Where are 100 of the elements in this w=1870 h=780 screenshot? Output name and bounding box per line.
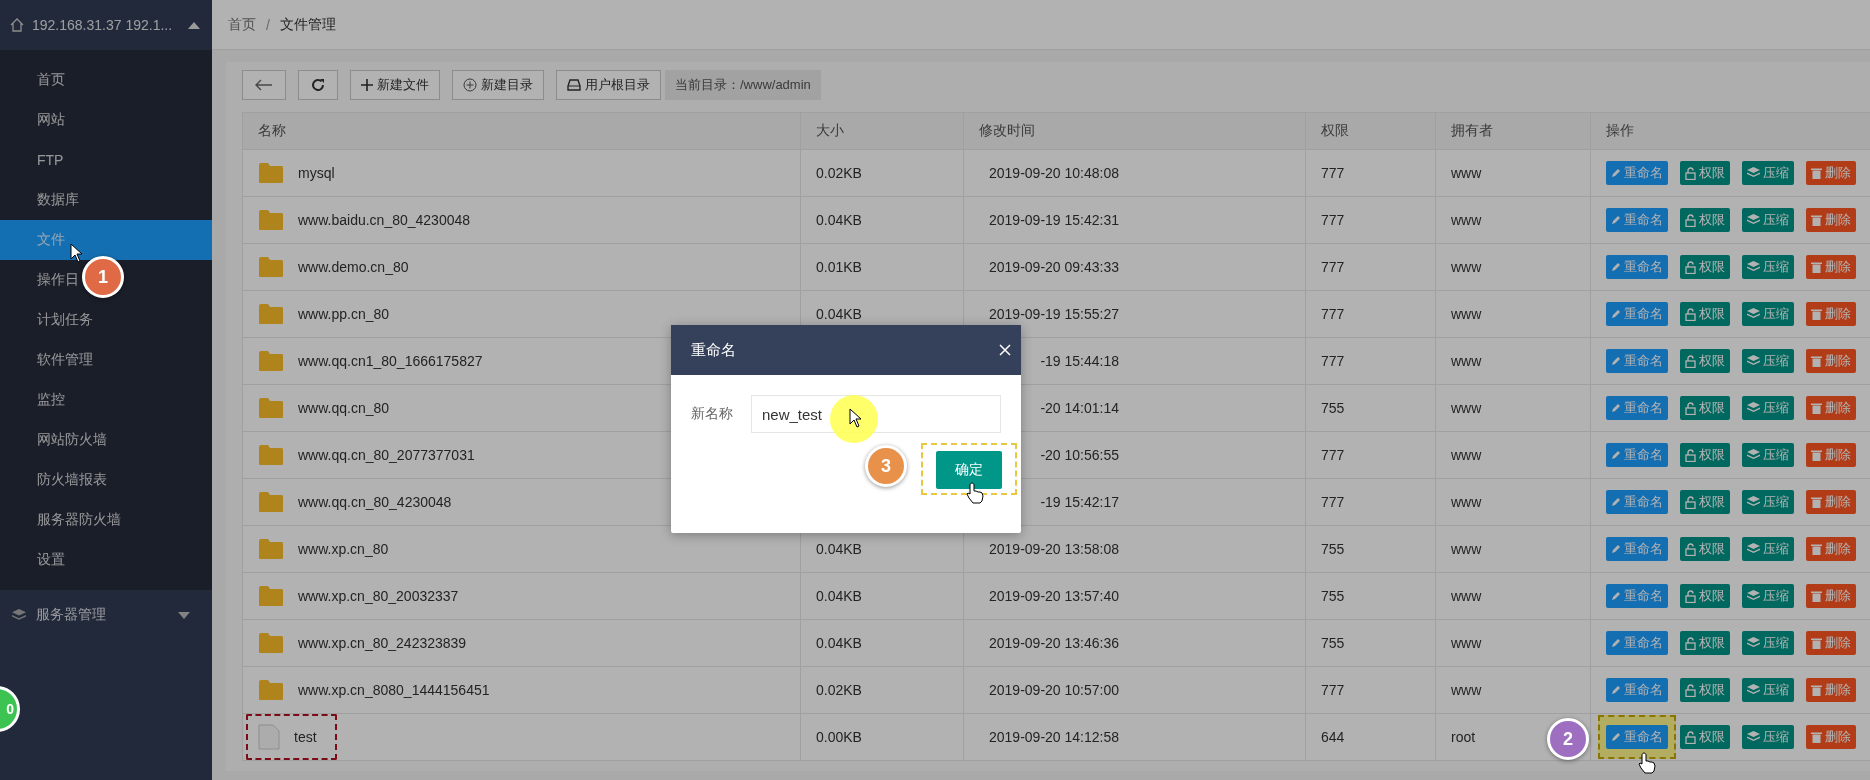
nav-item[interactable]: 监控 — [37, 391, 65, 409]
perm-button[interactable]: 权限 — [1680, 631, 1730, 655]
rename-button[interactable]: 重命名 — [1606, 161, 1668, 185]
nav-item[interactable]: 网站防火墙 — [37, 431, 107, 449]
drive-icon — [567, 79, 581, 91]
nav-item[interactable]: 防火墙报表 — [37, 471, 107, 489]
nav-item[interactable]: 服务器防火墙 — [37, 511, 121, 529]
perm-button[interactable]: 权限 — [1680, 725, 1730, 749]
rename-button[interactable]: 重命名 — [1606, 302, 1668, 326]
delete-button[interactable]: 删除 — [1806, 631, 1856, 655]
file-name[interactable]: www.qq.cn1_80_1666175827 — [298, 353, 483, 369]
perm-button[interactable]: 权限 — [1680, 396, 1730, 420]
folder-icon — [258, 680, 284, 700]
perm-button[interactable]: 权限 — [1680, 678, 1730, 702]
delete-button[interactable]: 删除 — [1806, 584, 1856, 608]
table-cell: 0.04KB — [816, 635, 862, 651]
nav-item[interactable]: 操作日 — [37, 271, 79, 289]
perm-button[interactable]: 权限 — [1680, 161, 1730, 185]
file-name[interactable]: www.baidu.cn_80_4230048 — [298, 212, 471, 228]
trash-icon — [1811, 684, 1822, 696]
file-name[interactable]: www.xp.cn_8080_1444156451 — [298, 682, 490, 698]
file-name[interactable]: www.xp.cn_80 — [298, 541, 389, 557]
zip-button[interactable]: 压缩 — [1742, 161, 1794, 185]
delete-button[interactable]: 删除 — [1806, 396, 1856, 420]
perm-button[interactable]: 权限 — [1680, 490, 1730, 514]
new-dir-button[interactable]: 新建目录 — [452, 70, 544, 100]
breadcrumb-link[interactable]: 首页 — [228, 15, 256, 34]
delete-button[interactable]: 删除 — [1806, 349, 1856, 373]
file-name[interactable]: www.pp.cn_80 — [298, 306, 390, 322]
file-name[interactable]: test — [294, 729, 317, 745]
file-name[interactable]: www.xp.cn_80_242323839 — [298, 635, 467, 651]
close-icon[interactable] — [999, 344, 1011, 356]
nav-item[interactable]: 软件管理 — [37, 351, 93, 369]
file-name[interactable]: mysql — [298, 165, 335, 181]
zip-button[interactable]: 压缩 — [1742, 302, 1794, 326]
file-name[interactable]: www.qq.cn_80 — [298, 400, 390, 416]
perm-button[interactable]: 权限 — [1680, 302, 1730, 326]
zip-button[interactable]: 压缩 — [1742, 255, 1794, 279]
delete-button[interactable]: 删除 — [1806, 725, 1856, 749]
rename-button[interactable]: 重命名 — [1606, 255, 1668, 279]
nav-item[interactable]: 网站 — [37, 111, 65, 129]
lock-icon — [1685, 636, 1696, 650]
delete-button[interactable]: 删除 — [1806, 490, 1856, 514]
rename-button[interactable]: 重命名 — [1606, 490, 1668, 514]
zip-button[interactable]: 压缩 — [1742, 631, 1794, 655]
confirm-button[interactable]: 确定 — [936, 451, 1002, 489]
perm-button[interactable]: 权限 — [1680, 255, 1730, 279]
file-name[interactable]: www.qq.cn_80_4230048 — [298, 494, 452, 510]
nav-item[interactable]: 计划任务 — [37, 311, 93, 329]
perm-button[interactable]: 权限 — [1680, 584, 1730, 608]
rename-button[interactable]: 重命名 — [1606, 208, 1668, 232]
file-name[interactable]: www.demo.cn_80 — [298, 259, 409, 275]
delete-button[interactable]: 删除 — [1806, 302, 1856, 326]
perm-button[interactable]: 权限 — [1680, 443, 1730, 467]
column-header: 修改时间 — [964, 113, 1306, 150]
nav-item[interactable]: 首页 — [37, 71, 65, 89]
nav-group[interactable]: 服务器管理 — [36, 606, 106, 624]
breadcrumb-link[interactable]: 文件管理 — [279, 15, 336, 34]
nav-item[interactable]: 设置 — [37, 551, 65, 569]
zip-button[interactable]: 压缩 — [1742, 537, 1794, 561]
zip-button[interactable]: 压缩 — [1742, 349, 1794, 373]
zip-button[interactable]: 压缩 — [1742, 443, 1794, 467]
delete-button[interactable]: 删除 — [1806, 537, 1856, 561]
refresh-button[interactable] — [298, 70, 338, 100]
delete-button[interactable]: 删除 — [1806, 443, 1856, 467]
rename-button[interactable]: 重命名 — [1606, 631, 1668, 655]
file-name[interactable]: www.qq.cn_80_2077377031 — [298, 447, 475, 463]
nav-item[interactable]: 文件 — [37, 231, 65, 249]
nav-item[interactable]: 数据库 — [37, 191, 79, 209]
rename-button[interactable]: 重命名 — [1606, 584, 1668, 608]
delete-button[interactable]: 删除 — [1806, 161, 1856, 185]
zip-button[interactable]: 压缩 — [1742, 396, 1794, 420]
rename-button[interactable]: 重命名 — [1606, 349, 1668, 373]
zip-button[interactable]: 压缩 — [1742, 584, 1794, 608]
server-label[interactable]: 192.168.31.37 192.1... — [32, 17, 173, 33]
rename-button[interactable]: 重命名 — [1606, 537, 1668, 561]
back-button[interactable] — [242, 70, 286, 100]
rename-button[interactable]: 重命名 — [1606, 443, 1668, 467]
rename-button[interactable]: 重命名 — [1606, 678, 1668, 702]
zip-button[interactable]: 压缩 — [1742, 678, 1794, 702]
perm-button[interactable]: 权限 — [1680, 208, 1730, 232]
rename-button[interactable]: 重命名 — [1606, 396, 1668, 420]
zip-button[interactable]: 压缩 — [1742, 208, 1794, 232]
nav-item[interactable]: FTP — [37, 152, 64, 168]
zip-button[interactable]: 压缩 — [1742, 725, 1794, 749]
file-name[interactable]: www.xp.cn_80_20032337 — [298, 588, 459, 604]
new-file-button[interactable]: 新建文件 — [350, 70, 440, 100]
zip-button[interactable]: 压缩 — [1742, 490, 1794, 514]
delete-button[interactable]: 删除 — [1806, 255, 1856, 279]
plus-circle-icon — [463, 78, 477, 92]
delete-button[interactable]: 删除 — [1806, 678, 1856, 702]
lock-icon — [1685, 354, 1696, 368]
perm-button[interactable]: 权限 — [1680, 537, 1730, 561]
perm-button[interactable]: 权限 — [1680, 349, 1730, 373]
table-cell: 0.04KB — [816, 588, 862, 604]
delete-button[interactable]: 删除 — [1806, 208, 1856, 232]
rename-button[interactable]: 重命名 — [1606, 725, 1668, 749]
home-dir-button[interactable]: 用户根目录 — [556, 70, 661, 100]
layers-icon — [1747, 637, 1760, 649]
table-cell: 777 — [1321, 682, 1345, 698]
